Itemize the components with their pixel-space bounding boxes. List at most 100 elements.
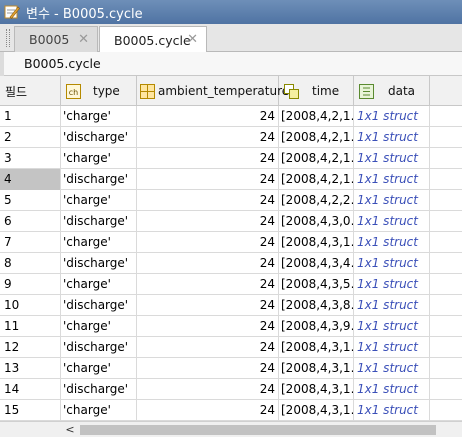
empty-cell[interactable] xyxy=(430,337,462,358)
type-cell[interactable]: 'charge' xyxy=(61,190,137,211)
table-row[interactable]: 9'charge' 24 [2008,4,3,5... 1x1 struct xyxy=(0,274,462,295)
empty-cell[interactable] xyxy=(430,148,462,169)
table-row[interactable]: 14'discharge' 24 [2008,4,3,1... 1x1 struct xyxy=(0,379,462,400)
type-cell[interactable]: 'charge' xyxy=(61,316,137,337)
table-row[interactable]: 6'discharge' 24 [2008,4,3,0... 1x1 struct xyxy=(0,211,462,232)
time-cell[interactable]: [2008,4,3,1... xyxy=(279,358,354,379)
table-row[interactable]: 2'discharge' 24 [2008,4,2,1... 1x1 struct xyxy=(0,127,462,148)
type-cell[interactable]: 'discharge' xyxy=(61,253,137,274)
ambient-temperature-cell[interactable]: 24 xyxy=(137,358,279,379)
row-index[interactable]: 12 xyxy=(0,337,61,358)
column-header-field[interactable]: 필드 xyxy=(0,76,61,106)
type-cell[interactable]: 'discharge' xyxy=(61,211,137,232)
time-cell[interactable]: [2008,4,3,0... xyxy=(279,211,354,232)
data-cell[interactable]: 1x1 struct xyxy=(354,274,430,295)
type-cell[interactable]: 'charge' xyxy=(61,148,137,169)
table-row[interactable]: 10'discharge' 24 [2008,4,3,8... 1x1 struct xyxy=(0,295,462,316)
data-cell[interactable]: 1x1 struct xyxy=(354,211,430,232)
empty-cell[interactable] xyxy=(430,400,462,421)
ambient-temperature-cell[interactable]: 24 xyxy=(137,337,279,358)
data-cell[interactable]: 1x1 struct xyxy=(354,127,430,148)
tab-grip-handle[interactable] xyxy=(6,29,10,47)
time-cell[interactable]: [2008,4,3,1... xyxy=(279,400,354,421)
table-row[interactable]: 7'charge' 24 [2008,4,3,1... 1x1 struct xyxy=(0,232,462,253)
row-index[interactable]: 1 xyxy=(0,106,61,127)
ambient-temperature-cell[interactable]: 24 xyxy=(137,190,279,211)
ambient-temperature-cell[interactable]: 24 xyxy=(137,106,279,127)
ambient-temperature-cell[interactable]: 24 xyxy=(137,232,279,253)
ambient-temperature-cell[interactable]: 24 xyxy=(137,148,279,169)
empty-cell[interactable] xyxy=(430,253,462,274)
table-row[interactable]: 1'charge' 24 [2008,4,2,1... 1x1 struct xyxy=(0,106,462,127)
type-cell[interactable]: 'charge' xyxy=(61,232,137,253)
tab-b0005[interactable]: B0005 ✕ xyxy=(14,26,98,52)
ambient-temperature-cell[interactable]: 24 xyxy=(137,295,279,316)
empty-cell[interactable] xyxy=(430,190,462,211)
table-row[interactable]: 12'discharge' 24 [2008,4,3,1... 1x1 struct xyxy=(0,337,462,358)
row-index[interactable]: 5 xyxy=(0,190,61,211)
horizontal-scrollbar[interactable]: < xyxy=(0,421,462,437)
row-index[interactable]: 14 xyxy=(0,379,61,400)
row-index[interactable]: 3 xyxy=(0,148,61,169)
data-cell[interactable]: 1x1 struct xyxy=(354,232,430,253)
data-cell[interactable]: 1x1 struct xyxy=(354,358,430,379)
empty-cell[interactable] xyxy=(430,358,462,379)
tab-b0005-cycle[interactable]: B0005.cycle ✕ xyxy=(99,26,207,53)
type-cell[interactable]: 'discharge' xyxy=(61,337,137,358)
row-index[interactable]: 4 xyxy=(0,169,61,190)
empty-cell[interactable] xyxy=(430,295,462,316)
time-cell[interactable]: [2008,4,3,9... xyxy=(279,316,354,337)
data-cell[interactable]: 1x1 struct xyxy=(354,400,430,421)
row-index[interactable]: 7 xyxy=(0,232,61,253)
data-cell[interactable]: 1x1 struct xyxy=(354,337,430,358)
empty-cell[interactable] xyxy=(430,169,462,190)
time-cell[interactable]: [2008,4,2,1... xyxy=(279,106,354,127)
type-cell[interactable]: 'charge' xyxy=(61,274,137,295)
empty-cell[interactable] xyxy=(430,379,462,400)
row-index[interactable]: 13 xyxy=(0,358,61,379)
empty-cell[interactable] xyxy=(430,274,462,295)
table-row[interactable]: 11'charge' 24 [2008,4,3,9... 1x1 struct xyxy=(0,316,462,337)
ambient-temperature-cell[interactable]: 24 xyxy=(137,400,279,421)
time-cell[interactable]: [2008,4,2,1... xyxy=(279,169,354,190)
data-cell[interactable]: 1x1 struct xyxy=(354,190,430,211)
data-cell[interactable]: 1x1 struct xyxy=(354,169,430,190)
column-header-time[interactable]: time xyxy=(279,76,354,106)
time-cell[interactable]: [2008,4,3,1... xyxy=(279,379,354,400)
table-row[interactable]: 5'charge' 24 [2008,4,2,2... 1x1 struct xyxy=(0,190,462,211)
scrollbar-thumb[interactable] xyxy=(80,425,436,435)
row-index[interactable]: 2 xyxy=(0,127,61,148)
time-cell[interactable]: [2008,4,2,2... xyxy=(279,190,354,211)
empty-cell[interactable] xyxy=(430,316,462,337)
type-cell[interactable]: 'charge' xyxy=(61,106,137,127)
type-cell[interactable]: 'discharge' xyxy=(61,127,137,148)
column-header-ambient-temperature[interactable]: ambient_temperature xyxy=(137,76,289,106)
ambient-temperature-cell[interactable]: 24 xyxy=(137,169,279,190)
row-index[interactable]: 8 xyxy=(0,253,61,274)
time-cell[interactable]: [2008,4,3,4... xyxy=(279,253,354,274)
empty-cell[interactable] xyxy=(430,211,462,232)
close-icon[interactable]: ✕ xyxy=(187,32,198,47)
time-cell[interactable]: [2008,4,3,5... xyxy=(279,274,354,295)
type-cell[interactable]: 'charge' xyxy=(61,358,137,379)
empty-cell[interactable] xyxy=(430,106,462,127)
data-cell[interactable]: 1x1 struct xyxy=(354,253,430,274)
type-cell[interactable]: 'discharge' xyxy=(61,379,137,400)
table-row[interactable]: 13'charge' 24 [2008,4,3,1... 1x1 struct xyxy=(0,358,462,379)
type-cell[interactable]: 'discharge' xyxy=(61,295,137,316)
row-index[interactable]: 11 xyxy=(0,316,61,337)
type-cell[interactable]: 'charge' xyxy=(61,400,137,421)
ambient-temperature-cell[interactable]: 24 xyxy=(137,379,279,400)
table-row[interactable]: 15'charge' 24 [2008,4,3,1... 1x1 struct xyxy=(0,400,462,421)
scroll-left-icon[interactable]: < xyxy=(62,422,78,437)
ambient-temperature-cell[interactable]: 24 xyxy=(137,127,279,148)
row-index[interactable]: 9 xyxy=(0,274,61,295)
time-cell[interactable]: [2008,4,3,1... xyxy=(279,337,354,358)
ambient-temperature-cell[interactable]: 24 xyxy=(137,316,279,337)
time-cell[interactable]: [2008,4,2,1... xyxy=(279,148,354,169)
data-cell[interactable]: 1x1 struct xyxy=(354,379,430,400)
close-icon[interactable]: ✕ xyxy=(78,32,89,47)
table-row[interactable]: 3'charge' 24 [2008,4,2,1... 1x1 struct xyxy=(0,148,462,169)
data-cell[interactable]: 1x1 struct xyxy=(354,295,430,316)
table-row[interactable]: 4'discharge' 24 [2008,4,2,1... 1x1 struct xyxy=(0,169,462,190)
